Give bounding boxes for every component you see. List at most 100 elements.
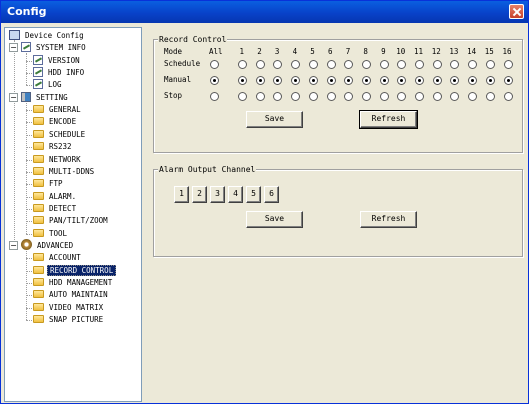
tree-item-auto-maintain[interactable]: AUTO MAINTAIN (26, 289, 110, 301)
record-save-button[interactable]: Save (246, 111, 303, 128)
radio-manual-ch14[interactable] (468, 76, 478, 85)
radio-manual-ch8[interactable] (361, 76, 371, 85)
tree-item-alarm[interactable]: ALARM. (26, 191, 78, 203)
radio-stop-ch14[interactable] (468, 92, 478, 101)
radio-schedule-ch13[interactable] (450, 60, 460, 69)
tree-item-pan-tilt-zoom[interactable]: PAN/TILT/ZOOM (26, 215, 110, 227)
tree-item-record-control[interactable]: RECORD CONTROL (26, 264, 117, 277)
radio-manual-ch6[interactable] (326, 76, 336, 85)
radio-schedule-ch8[interactable] (361, 60, 371, 69)
radio-stop-ch6[interactable] (326, 92, 336, 101)
radio-all-schedule[interactable] (210, 60, 219, 69)
radio-stop-ch4[interactable] (291, 92, 301, 101)
tree-item-schedule[interactable]: SCHEDULE (26, 129, 87, 141)
tree-item-hdd-info[interactable]: HDD INFO (26, 67, 86, 79)
collapse-icon[interactable]: − (9, 43, 18, 53)
device-config-tree[interactable]: Device Config − SYSTEM INFO VERSION HDD INFO… (4, 27, 142, 402)
row-label-stop: Stop (164, 91, 183, 100)
radio-schedule-ch16[interactable] (503, 60, 513, 69)
radio-stop-ch12[interactable] (432, 92, 442, 101)
tree-item-hdd-management[interactable]: HDD MANAGEMENT (26, 277, 114, 289)
radio-schedule-ch2[interactable] (255, 60, 265, 69)
radio-schedule-ch9[interactable] (379, 60, 389, 69)
tree-item-encode[interactable]: ENCODE (26, 116, 78, 128)
alarm-refresh-button[interactable]: Refresh (360, 211, 417, 228)
radio-stop-ch11[interactable] (415, 92, 424, 101)
radio-manual-ch10[interactable] (397, 76, 407, 85)
radio-stop-ch16[interactable] (503, 92, 513, 101)
radio-schedule-ch10[interactable] (397, 60, 407, 69)
radio-manual-ch1[interactable] (238, 76, 247, 85)
radio-stop-ch8[interactable] (361, 92, 371, 101)
radio-manual-ch11[interactable] (415, 76, 424, 85)
radio-schedule-ch14[interactable] (468, 60, 478, 69)
alarm-channel-1-button[interactable]: 1 (174, 186, 189, 203)
radio-schedule-ch6[interactable] (326, 60, 336, 69)
tree-item-multi-ddns[interactable]: MULTI-DDNS (26, 166, 96, 178)
radio-stop-ch1[interactable] (238, 92, 247, 101)
collapse-icon[interactable]: − (9, 92, 18, 102)
radio-manual-ch5[interactable] (308, 76, 318, 85)
radio-manual-ch15[interactable] (485, 76, 495, 85)
window-title: Config (7, 5, 47, 18)
radio-manual-ch2[interactable] (255, 76, 265, 85)
tree-item-advanced[interactable]: − ADVANCED (9, 239, 75, 252)
tree-connector (26, 53, 27, 86)
record-refresh-button[interactable]: Refresh (359, 110, 418, 129)
tree-connector (26, 320, 32, 322)
radio-manual-ch13[interactable] (450, 76, 460, 85)
tree-item-general[interactable]: GENERAL (26, 104, 83, 116)
tree-item-network[interactable]: NETWORK (26, 154, 83, 166)
alarm-save-button[interactable]: Save (246, 211, 303, 228)
alarm-channel-5-button[interactable]: 5 (246, 186, 261, 203)
alarm-channel-2-button[interactable]: 2 (192, 186, 207, 203)
radio-schedule-ch7[interactable] (344, 60, 354, 69)
radio-schedule-ch11[interactable] (415, 60, 424, 69)
tree-connector (14, 40, 15, 240)
radio-manual-ch16[interactable] (503, 76, 513, 85)
close-icon[interactable] (509, 4, 524, 19)
collapse-icon[interactable]: − (9, 240, 18, 250)
tree-item-snap-picture[interactable]: SNAP PICTURE (26, 314, 105, 326)
radio-stop-ch7[interactable] (344, 92, 354, 101)
radio-manual-ch7[interactable] (344, 76, 354, 85)
radio-schedule-ch15[interactable] (485, 60, 495, 69)
alarm-channel-6-button[interactable]: 6 (264, 186, 279, 203)
radio-manual-ch3[interactable] (273, 76, 283, 85)
tree-item-log[interactable]: LOG (26, 79, 64, 91)
radio-stop-ch10[interactable] (397, 92, 407, 101)
radio-manual-ch9[interactable] (379, 76, 389, 85)
radio-all-manual[interactable] (210, 76, 219, 85)
radio-manual-ch4[interactable] (291, 76, 301, 85)
radio-schedule-ch5[interactable] (308, 60, 318, 69)
folder-icon (33, 179, 44, 188)
tree-item-rs232[interactable]: RS232 (26, 141, 74, 153)
radio-all-stop[interactable] (210, 92, 219, 101)
tree-connector (26, 85, 32, 87)
tree-item-video-matrix[interactable]: VIDEO MATRIX (26, 302, 105, 314)
radio-manual-ch12[interactable] (432, 76, 442, 85)
radio-stop-ch3[interactable] (273, 92, 283, 101)
radio-stop-ch9[interactable] (379, 92, 389, 101)
radio-stop-ch13[interactable] (450, 92, 460, 101)
tree-item-setting[interactable]: − SETTING (9, 91, 70, 104)
folder-icon (33, 265, 44, 274)
radio-schedule-ch4[interactable] (291, 60, 301, 69)
alarm-channel-3-button[interactable]: 3 (210, 186, 225, 203)
tree-item-ftp[interactable]: FTP (26, 178, 65, 190)
tree-root-device-config[interactable]: Device Config (9, 30, 86, 42)
radio-schedule-ch3[interactable] (273, 60, 283, 69)
alarm-output-title: Alarm Output Channel (158, 164, 257, 175)
tree-item-system-info[interactable]: − SYSTEM INFO (9, 42, 88, 54)
radio-schedule-ch12[interactable] (432, 60, 442, 69)
radio-stop-ch5[interactable] (308, 92, 318, 101)
tree-item-account[interactable]: ACCOUNT (26, 252, 83, 264)
title-bar[interactable]: Config (1, 1, 528, 23)
tree-item-version[interactable]: VERSION (26, 54, 82, 67)
tree-item-detect[interactable]: DETECT (26, 203, 78, 215)
tree-item-tool[interactable]: TOOL (26, 228, 69, 240)
radio-schedule-ch1[interactable] (238, 60, 247, 69)
alarm-channel-4-button[interactable]: 4 (228, 186, 243, 203)
radio-stop-ch2[interactable] (255, 92, 265, 101)
radio-stop-ch15[interactable] (485, 92, 495, 101)
